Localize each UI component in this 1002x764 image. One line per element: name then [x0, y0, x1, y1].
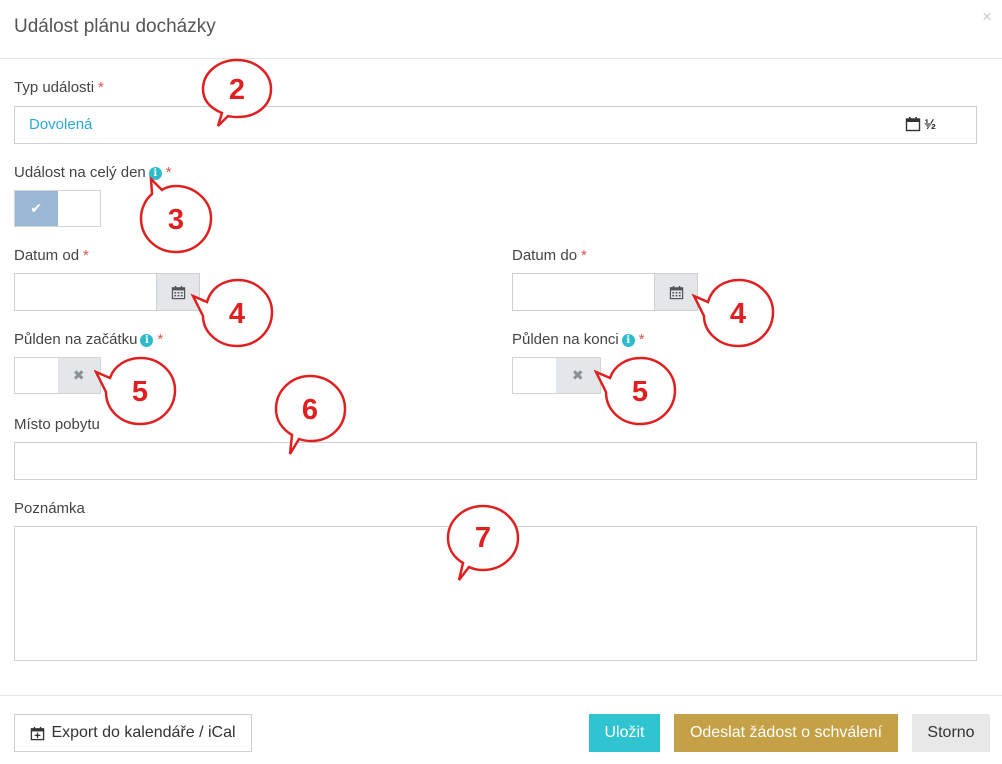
- callout-number: 4: [229, 298, 245, 330]
- callout-3: 3: [139, 175, 213, 254]
- callout-5-left: 5: [94, 356, 177, 426]
- callout-number: 6: [302, 394, 318, 426]
- callout-number: 5: [132, 376, 148, 408]
- callout-number: 2: [229, 74, 245, 106]
- callout-5-right: 5: [594, 356, 677, 426]
- date-from-label: Datum od *: [14, 247, 89, 264]
- required-mark: *: [83, 247, 89, 264]
- required-mark: *: [157, 331, 164, 348]
- date-to-group: [512, 273, 698, 311]
- half-start-label: Půlden na začátku i *: [14, 331, 164, 348]
- export-ical-button[interactable]: Export do kalendáře / iCal: [14, 714, 252, 752]
- callout-number: 5: [632, 376, 648, 408]
- event-type-select[interactable]: Dovolená ½: [14, 106, 977, 144]
- check-icon: ✔: [15, 191, 58, 226]
- all-day-toggle[interactable]: ✔: [14, 190, 101, 227]
- location-label: Místo pobytu: [14, 416, 100, 433]
- calendar-icon: [171, 285, 185, 299]
- toggle-on-side: [15, 358, 58, 393]
- date-from-group: [14, 273, 200, 311]
- calendar-icon: [669, 285, 683, 299]
- date-to-input[interactable]: [513, 274, 654, 310]
- half-end-toggle[interactable]: ✖: [512, 357, 601, 394]
- date-to-label: Datum do *: [512, 247, 587, 264]
- send-for-approval-button[interactable]: Odeslat žádost o schválení: [674, 714, 898, 752]
- event-type-value: Dovolená: [29, 116, 93, 133]
- toggle-on-side: [513, 358, 556, 393]
- callout-number: 3: [168, 204, 184, 236]
- calendar-icon: [906, 117, 921, 132]
- dialog-title: Událost plánu docházky: [14, 16, 216, 37]
- required-mark: *: [98, 79, 104, 96]
- note-label: Poznámka: [14, 500, 85, 517]
- event-type-label: Typ události *: [14, 79, 104, 96]
- required-mark: *: [638, 331, 645, 348]
- info-icon[interactable]: i: [140, 334, 154, 347]
- half-end-label: Půlden na konci i *: [512, 331, 645, 348]
- calendar-plus-icon: [31, 726, 45, 740]
- callout-6: 6: [274, 374, 347, 455]
- half-start-toggle[interactable]: ✖: [14, 357, 101, 394]
- callout-4-right: 4: [691, 278, 775, 348]
- required-mark: *: [581, 247, 587, 264]
- cancel-button[interactable]: Storno: [912, 714, 990, 752]
- export-ical-label: Export do kalendáře / iCal: [51, 724, 236, 741]
- location-input[interactable]: [14, 442, 977, 480]
- callout-4-left: 4: [190, 278, 274, 348]
- callout-2: 2: [201, 58, 273, 127]
- save-button[interactable]: Uložit: [589, 714, 660, 752]
- info-icon[interactable]: i: [621, 334, 635, 347]
- toggle-off-side: [58, 191, 101, 226]
- chevron-down-icon: [924, 123, 932, 128]
- callout-number: 4: [730, 298, 746, 330]
- callout-7: 7: [446, 504, 520, 581]
- callout-number: 7: [475, 522, 491, 554]
- dialog-header: Událost plánu docházky ×: [0, 0, 1002, 59]
- close-icon[interactable]: ×: [982, 8, 992, 25]
- date-from-input[interactable]: [15, 274, 156, 310]
- dialog-footer: Export do kalendáře / iCal Uložit Odesla…: [0, 695, 1002, 764]
